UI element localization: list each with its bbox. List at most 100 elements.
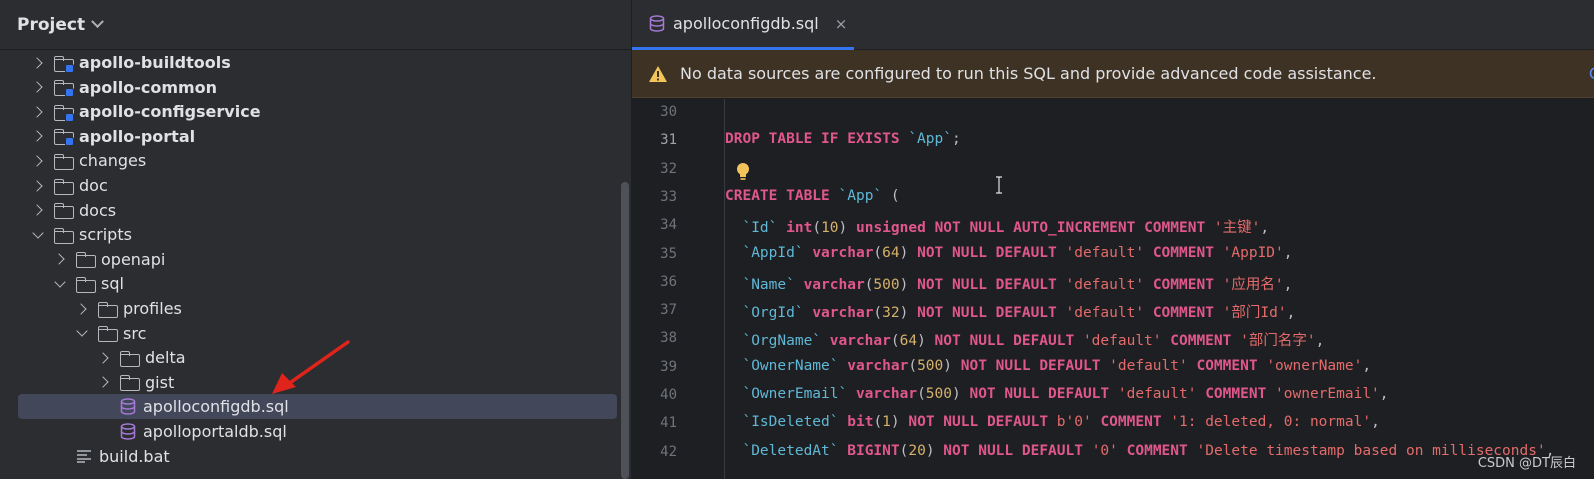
- tree-item-label: apollo-buildtools: [79, 53, 231, 72]
- line-number: 41: [660, 415, 677, 432]
- chevron-right-icon[interactable]: [30, 104, 46, 120]
- line-number: 42: [660, 443, 677, 460]
- line-number: 33: [660, 188, 677, 205]
- chevron-down-icon[interactable]: [52, 276, 68, 292]
- chevron-right-icon[interactable]: [96, 374, 112, 390]
- tree-item-changes[interactable]: changes: [0, 148, 617, 173]
- line-number: 31: [660, 132, 677, 149]
- code-line: `Name` varchar(500) NOT NULL DEFAULT 'de…: [725, 276, 1293, 293]
- tree-item-label: changes: [79, 151, 147, 171]
- tree-item-build-bat[interactable]: build.bat: [0, 444, 617, 469]
- code-editor[interactable]: 30 31 DROP TABLE IF EXISTS `App`; 32 33 CREAT…: [632, 99, 1594, 479]
- chevron-right-icon[interactable]: [30, 55, 46, 71]
- module-folder-icon: [54, 104, 74, 122]
- project-tree-scrollbar[interactable]: [621, 182, 629, 479]
- text-cursor-icon: [996, 176, 1002, 194]
- text-file-icon: [77, 450, 91, 463]
- configure-datasource-link[interactable]: C: [1589, 64, 1594, 83]
- editor-tab-bar: apolloconfigdb.sql ×: [632, 0, 1594, 50]
- line-number: 35: [660, 245, 677, 262]
- tree-item-apollo-portal[interactable]: apollo-portal: [0, 124, 617, 149]
- tree-item-label: apolloportaldb.sql: [143, 422, 287, 441]
- tree-item-apollo-configservice[interactable]: apollo-configservice: [0, 99, 617, 124]
- editor-area: apolloconfigdb.sql × No data sources are…: [632, 0, 1594, 479]
- chevron-right-icon[interactable]: [30, 128, 46, 144]
- tree-item-openapi[interactable]: openapi: [0, 247, 617, 272]
- close-icon[interactable]: ×: [835, 15, 848, 33]
- watermark: CSDN @DT辰白: [1477, 456, 1576, 471]
- folder-icon: [98, 301, 118, 318]
- line-number: 38: [660, 330, 677, 347]
- tree-item-label: sql: [101, 274, 124, 294]
- chevron-right-icon[interactable]: [96, 350, 112, 366]
- tree-item-label: delta: [145, 348, 186, 368]
- module-folder-icon: [54, 128, 74, 147]
- code-line: `Id` int(10) unsigned NOT NULL AUTO_INCR…: [725, 220, 1270, 237]
- red-arrow-annotation: [272, 340, 350, 394]
- tree-item-sql[interactable]: sql: [0, 271, 617, 296]
- line-number: 34: [660, 217, 677, 234]
- code-line: `IsDeleted` bit(1) NOT NULL DEFAULT b'0'…: [725, 414, 1380, 431]
- line-number: 32: [660, 160, 677, 177]
- tree-item-apollo-common[interactable]: apollo-common: [0, 75, 617, 100]
- chevron-right-icon[interactable]: [30, 178, 46, 194]
- database-file-icon: [649, 15, 665, 32]
- project-tree: apollo-buildtools apollo-common apollo-con…: [0, 50, 631, 479]
- line-number: 39: [660, 358, 677, 375]
- tree-item-label: src: [123, 323, 147, 343]
- line-number: 36: [660, 273, 677, 290]
- tree-item-doc[interactable]: doc: [0, 173, 617, 198]
- code-line: `DeletedAt` BIGINT(20) NOT NULL DEFAULT …: [725, 442, 1555, 459]
- tree-item-profiles[interactable]: profiles: [0, 296, 617, 321]
- tree-item-label: doc: [79, 176, 108, 195]
- code-line: DROP TABLE IF EXISTS `App`;: [725, 131, 961, 148]
- chevron-right-icon[interactable]: [30, 202, 46, 218]
- folder-icon: [76, 251, 96, 269]
- chevron-right-icon[interactable]: [52, 251, 68, 267]
- chevron-down-icon[interactable]: [74, 325, 90, 341]
- code-line: CREATE TABLE `App` (: [725, 187, 900, 204]
- folder-icon: [54, 178, 74, 195]
- tree-item-apolloconfigdb-sql[interactable]: apolloconfigdb.sql: [18, 394, 617, 420]
- tree-item-scripts[interactable]: scripts: [0, 222, 617, 247]
- tree-item-label: apolloconfigdb.sql: [143, 397, 289, 417]
- folder-icon: [98, 325, 118, 343]
- project-panel-header[interactable]: Project: [0, 0, 631, 50]
- module-folder-icon: [54, 79, 74, 98]
- database-file-icon: [120, 423, 136, 440]
- no-datasource-warning-banner: No data sources are configured to run th…: [632, 50, 1594, 98]
- tab-label: apolloconfigdb.sql: [673, 14, 819, 33]
- warning-icon: [649, 65, 667, 82]
- line-number: 40: [660, 387, 677, 403]
- chevron-right-icon[interactable]: [74, 301, 90, 317]
- folder-icon: [54, 227, 74, 244]
- project-panel-title: Project: [17, 14, 86, 35]
- code-line: `OwnerEmail` varchar(500) NOT NULL DEFAU…: [725, 386, 1389, 402]
- folder-icon: [120, 374, 140, 392]
- tree-item-docs[interactable]: docs: [0, 198, 617, 223]
- code-line: `OrgName` varchar(64) NOT NULL DEFAULT '…: [725, 333, 1325, 350]
- code-line: `AppId` varchar(64) NOT NULL DEFAULT 'de…: [725, 244, 1293, 261]
- tree-item-apolloportaldb-sql[interactable]: apolloportaldb.sql: [0, 419, 617, 444]
- tree-item-label: apollo-common: [79, 77, 218, 97]
- warning-text: No data sources are configured to run th…: [680, 64, 1377, 83]
- lightbulb-icon[interactable]: [735, 162, 751, 182]
- folder-icon: [54, 202, 74, 220]
- tree-item-label: gist: [145, 372, 175, 392]
- code-line: `OrgId` varchar(32) NOT NULL DEFAULT 'de…: [725, 305, 1296, 322]
- chevron-right-icon[interactable]: [30, 153, 46, 169]
- code-line: `OwnerName` varchar(500) NOT NULL DEFAUL…: [725, 357, 1372, 374]
- tab-apolloconfigdb[interactable]: apolloconfigdb.sql ×: [632, 0, 854, 50]
- tree-item-apollo-buildtools[interactable]: apollo-buildtools: [0, 50, 617, 75]
- line-number: 30: [660, 104, 677, 120]
- database-file-icon: [120, 398, 136, 416]
- line-number: 37: [660, 302, 677, 319]
- chevron-right-icon[interactable]: [30, 79, 46, 95]
- chevron-down-icon[interactable]: [30, 227, 46, 243]
- tree-item-label: scripts: [79, 225, 132, 245]
- tree-item-label: openapi: [101, 249, 166, 269]
- tree-item-label: apollo-portal: [79, 126, 196, 146]
- folder-icon: [120, 350, 140, 367]
- chevron-down-icon[interactable]: [91, 15, 104, 29]
- folder-icon: [54, 153, 74, 170]
